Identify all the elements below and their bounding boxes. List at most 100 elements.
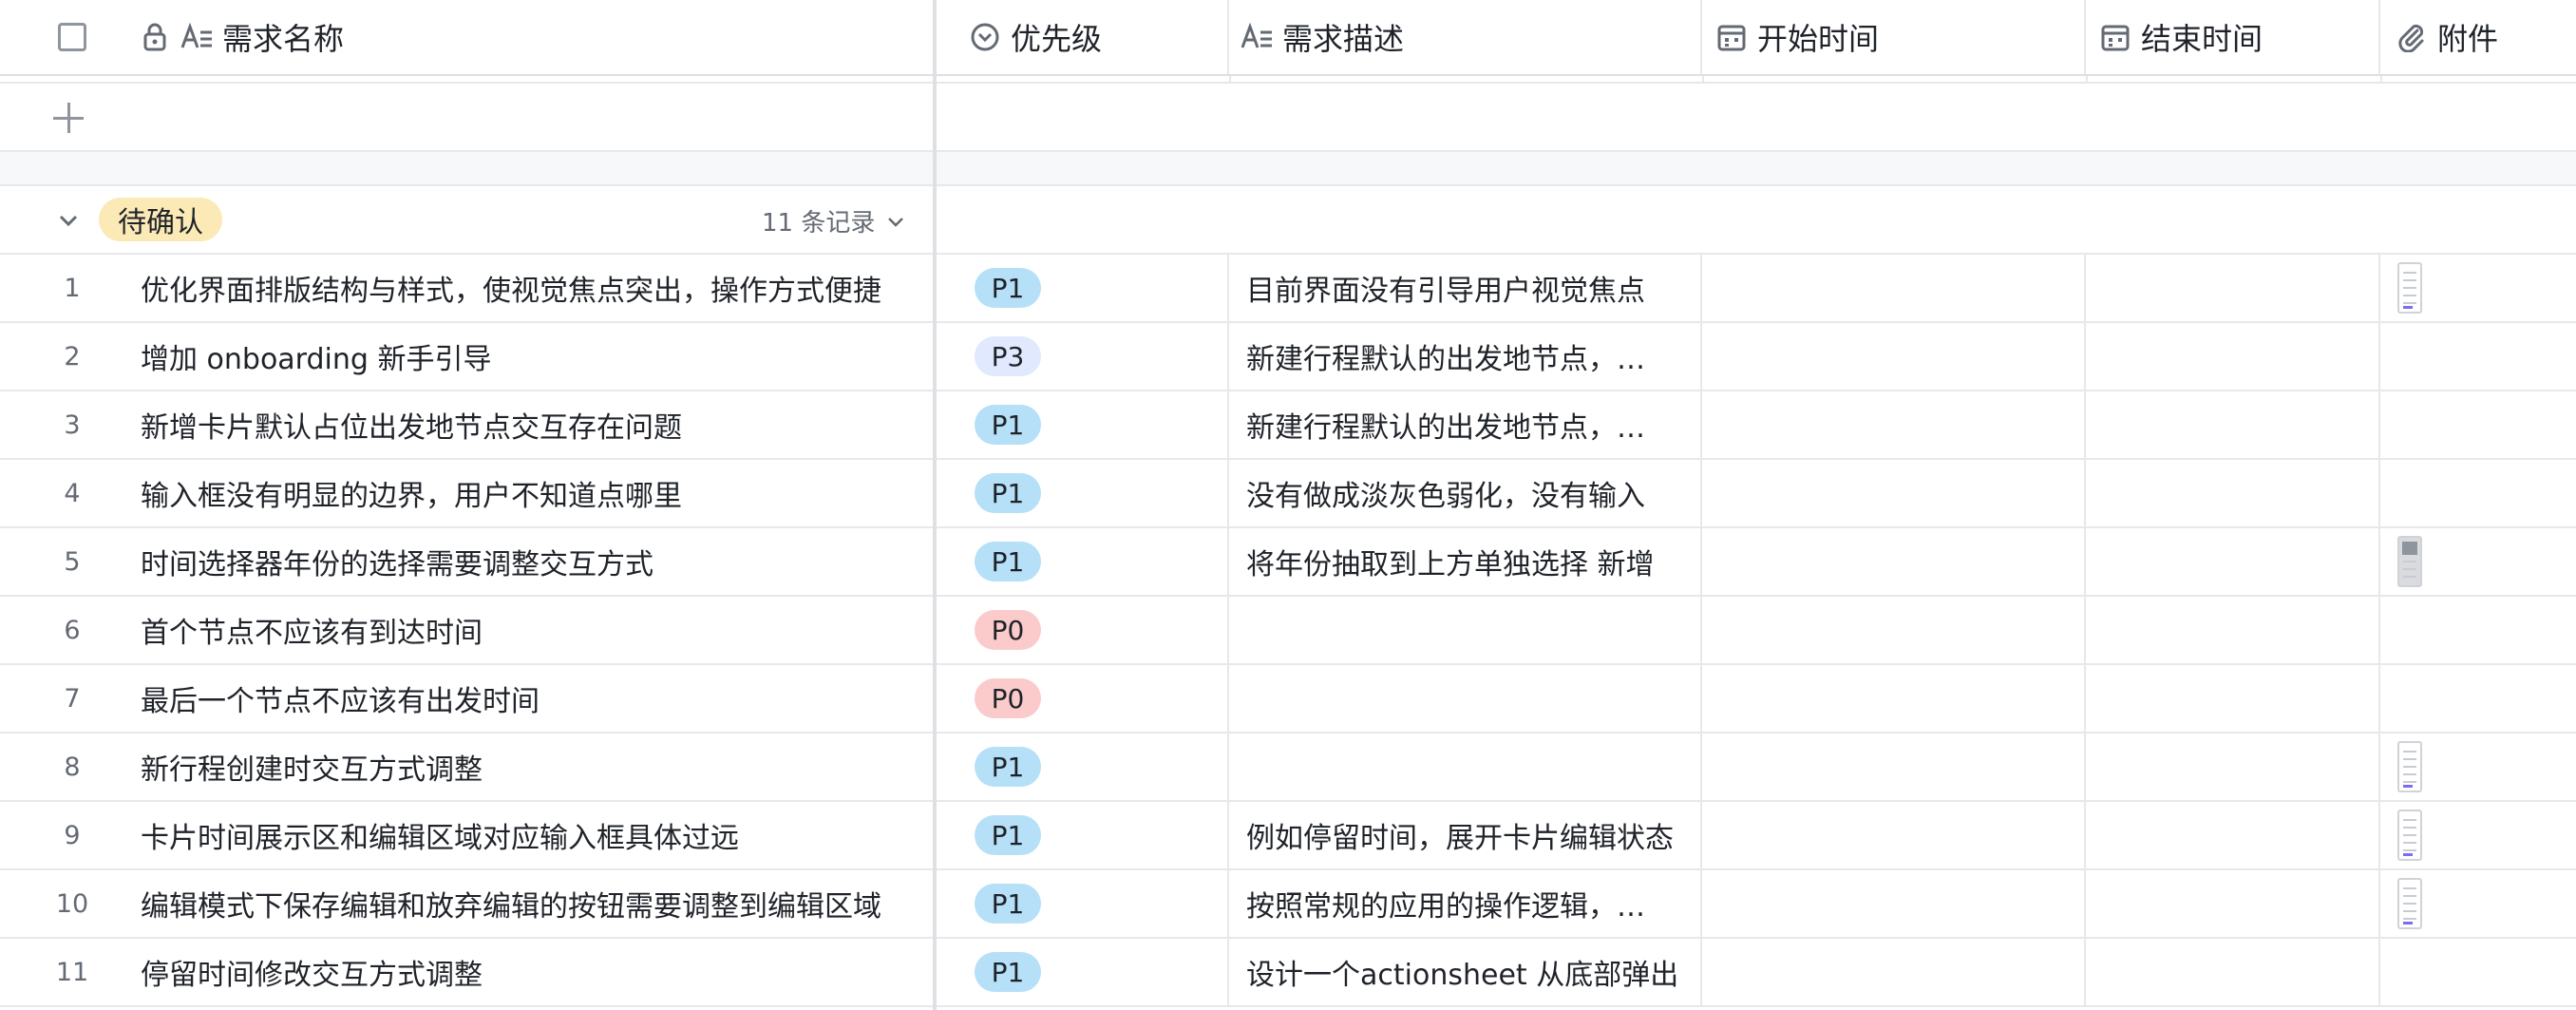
table-row[interactable]: 8 新行程创建时交互方式调整 P1	[0, 734, 2576, 802]
add-record-row[interactable]	[0, 84, 2576, 152]
table-row[interactable]: 3 新增卡片默认占位出发地节点交互存在问题 P1 新建行程默认的出发地节点，…	[0, 391, 2576, 460]
attachment-cell[interactable]	[2380, 255, 2576, 321]
attachment-cell[interactable]	[2380, 665, 2576, 732]
description-cell[interactable]: 目前界面没有引导用户视觉焦点	[1229, 255, 1702, 321]
name-cell[interactable]: 卡片时间展示区和编辑区域对应输入框具体过远	[133, 802, 933, 868]
priority-cell[interactable]: P3	[954, 323, 1229, 390]
start-time-cell[interactable]	[1702, 939, 2086, 1005]
row-number-cell[interactable]: 8	[0, 734, 133, 800]
attachment-thumbnail[interactable]	[2397, 536, 2422, 587]
row-number-cell[interactable]: 4	[0, 460, 133, 526]
group-record-count[interactable]: 11 条记录	[762, 203, 907, 238]
column-header-name[interactable]: 需求名称	[133, 0, 933, 74]
row-number-cell[interactable]: 5	[0, 528, 133, 595]
table-row[interactable]: 11 停留时间修改交互方式调整 P1 设计一个actionsheet 从底部弹出	[0, 939, 2576, 1007]
priority-cell[interactable]: P1	[954, 528, 1229, 595]
priority-cell[interactable]: P1	[954, 734, 1229, 800]
attachment-cell[interactable]	[2380, 802, 2576, 868]
name-cell[interactable]: 新行程创建时交互方式调整	[133, 734, 933, 800]
priority-cell[interactable]: P0	[954, 597, 1229, 663]
end-time-cell[interactable]	[2086, 939, 2380, 1005]
row-number-cell[interactable]: 2	[0, 323, 133, 390]
table-row[interactable]: 6 首个节点不应该有到达时间 P0	[0, 597, 2576, 665]
attachment-thumbnail[interactable]	[2397, 810, 2422, 861]
attachment-cell[interactable]	[2380, 870, 2576, 937]
start-time-cell[interactable]	[1702, 323, 2086, 390]
description-cell[interactable]: 按照常规的应用的操作逻辑，…	[1229, 870, 1702, 937]
attachment-cell[interactable]	[2380, 939, 2576, 1005]
attachment-cell[interactable]	[2380, 734, 2576, 800]
start-time-cell[interactable]	[1702, 802, 2086, 868]
attachment-cell[interactable]	[2380, 391, 2576, 458]
priority-cell[interactable]: P1	[954, 870, 1229, 937]
name-cell[interactable]: 新增卡片默认占位出发地节点交互存在问题	[133, 391, 933, 458]
row-number-cell[interactable]: 7	[0, 665, 133, 732]
column-header-start-time[interactable]: 开始时间	[1702, 0, 2086, 74]
table-row[interactable]: 9 卡片时间展示区和编辑区域对应输入框具体过远 P1 例如停留时间，展开卡片编辑状态	[0, 802, 2576, 870]
table-row[interactable]: 5 时间选择器年份的选择需要调整交互方式 P1 将年份抽取到上方单独选择 新增	[0, 528, 2576, 597]
description-cell[interactable]: 例如停留时间，展开卡片编辑状态	[1229, 802, 1702, 868]
column-header-attachment[interactable]: 附件	[2380, 0, 2576, 74]
priority-cell[interactable]: P1	[954, 802, 1229, 868]
end-time-cell[interactable]	[2086, 255, 2380, 321]
priority-cell[interactable]: P1	[954, 391, 1229, 458]
priority-cell[interactable]: P1	[954, 255, 1229, 321]
column-header-end-time[interactable]: 结束时间	[2086, 0, 2380, 74]
column-header-description[interactable]: 需求描述	[1229, 0, 1702, 74]
name-cell[interactable]: 输入框没有明显的边界，用户不知道点哪里	[133, 460, 933, 526]
select-all-checkbox[interactable]	[58, 23, 86, 51]
end-time-cell[interactable]	[2086, 665, 2380, 732]
plus-icon[interactable]	[53, 103, 84, 133]
table-row[interactable]: 4 输入框没有明显的边界，用户不知道点哪里 P1 没有做成淡灰色弱化，没有输入	[0, 460, 2576, 528]
column-header-priority[interactable]: 优先级	[954, 0, 1229, 74]
description-cell[interactable]: 将年份抽取到上方单独选择 新增	[1229, 528, 1702, 595]
attachment-thumbnail[interactable]	[2397, 741, 2422, 792]
priority-cell[interactable]: P1	[954, 939, 1229, 1005]
name-cell[interactable]: 编辑模式下保存编辑和放弃编辑的按钮需要调整到编辑区域	[133, 870, 933, 937]
name-cell[interactable]: 增加 onboarding 新手引导	[133, 323, 933, 390]
end-time-cell[interactable]	[2086, 323, 2380, 390]
start-time-cell[interactable]	[1702, 597, 2086, 663]
description-cell[interactable]: 设计一个actionsheet 从底部弹出	[1229, 939, 1702, 1005]
priority-cell[interactable]: P1	[954, 460, 1229, 526]
table-row[interactable]: 2 增加 onboarding 新手引导 P3 新建行程默认的出发地节点，…	[0, 323, 2576, 391]
row-number-cell[interactable]: 9	[0, 802, 133, 868]
description-cell[interactable]: 新建行程默认的出发地节点，…	[1229, 323, 1702, 390]
attachment-thumbnail[interactable]	[2397, 878, 2422, 929]
end-time-cell[interactable]	[2086, 391, 2380, 458]
start-time-cell[interactable]	[1702, 391, 2086, 458]
name-cell[interactable]: 时间选择器年份的选择需要调整交互方式	[133, 528, 933, 595]
start-time-cell[interactable]	[1702, 734, 2086, 800]
row-number-cell[interactable]: 1	[0, 255, 133, 321]
name-cell[interactable]: 优化界面排版结构与样式，使视觉焦点突出，操作方式便捷	[133, 255, 933, 321]
description-cell[interactable]	[1229, 734, 1702, 800]
group-header[interactable]: 待确认 11 条记录	[0, 186, 2576, 255]
end-time-cell[interactable]	[2086, 870, 2380, 937]
start-time-cell[interactable]	[1702, 870, 2086, 937]
attachment-cell[interactable]	[2380, 528, 2576, 595]
start-time-cell[interactable]	[1702, 665, 2086, 732]
end-time-cell[interactable]	[2086, 460, 2380, 526]
name-cell[interactable]: 首个节点不应该有到达时间	[133, 597, 933, 663]
attachment-thumbnail[interactable]	[2397, 262, 2422, 314]
chevron-down-icon[interactable]	[55, 207, 82, 234]
description-cell[interactable]	[1229, 665, 1702, 732]
table-row[interactable]: 7 最后一个节点不应该有出发时间 P0	[0, 665, 2576, 734]
end-time-cell[interactable]	[2086, 528, 2380, 595]
description-cell[interactable]	[1229, 597, 1702, 663]
start-time-cell[interactable]	[1702, 528, 2086, 595]
start-time-cell[interactable]	[1702, 460, 2086, 526]
frozen-column-divider[interactable]	[933, 0, 937, 1010]
attachment-cell[interactable]	[2380, 460, 2576, 526]
start-time-cell[interactable]	[1702, 255, 2086, 321]
table-row[interactable]: 10 编辑模式下保存编辑和放弃编辑的按钮需要调整到编辑区域 P1 按照常规的应用的操作…	[0, 870, 2576, 939]
end-time-cell[interactable]	[2086, 597, 2380, 663]
table-row[interactable]: 1 优化界面排版结构与样式，使视觉焦点突出，操作方式便捷 P1 目前界面没有引导用户视…	[0, 255, 2576, 323]
attachment-cell[interactable]	[2380, 323, 2576, 390]
row-number-cell[interactable]: 11	[0, 939, 133, 1005]
priority-cell[interactable]: P0	[954, 665, 1229, 732]
row-number-cell[interactable]: 10	[0, 870, 133, 937]
end-time-cell[interactable]	[2086, 802, 2380, 868]
name-cell[interactable]: 停留时间修改交互方式调整	[133, 939, 933, 1005]
row-number-cell[interactable]: 6	[0, 597, 133, 663]
